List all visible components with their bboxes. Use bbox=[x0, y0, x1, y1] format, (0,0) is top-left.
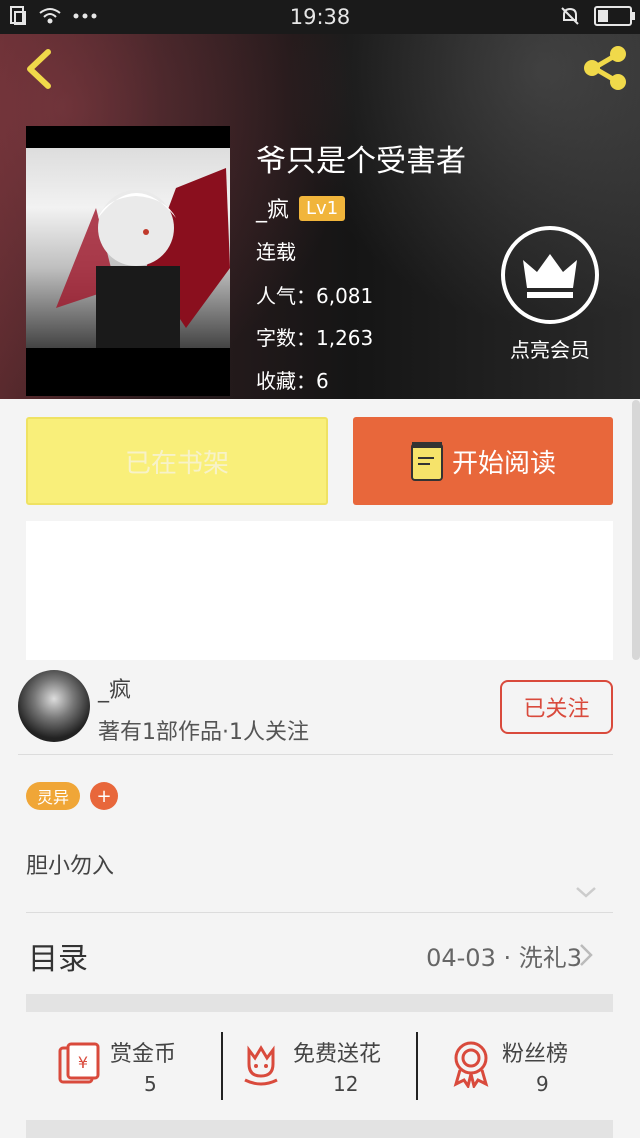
stat-value: 9 bbox=[536, 1072, 549, 1096]
chevron-down-icon bbox=[576, 887, 596, 898]
stat-label: 免费送花 bbox=[293, 1042, 382, 1067]
expand-description-button[interactable] bbox=[574, 884, 598, 900]
in-shelf-label: 已在书架 bbox=[124, 448, 229, 479]
back-button[interactable] bbox=[18, 46, 58, 92]
flower-icon bbox=[244, 1045, 278, 1086]
divider bbox=[26, 912, 613, 913]
book-cover[interactable] bbox=[26, 126, 230, 396]
medal-icon bbox=[453, 1041, 489, 1088]
svg-text:¥: ¥ bbox=[78, 1053, 88, 1072]
stat-label: 赏金币 bbox=[110, 1042, 177, 1067]
favorites-count: 收藏：6 bbox=[256, 369, 329, 393]
reward-coins-button[interactable]: ¥ 赏金币 5 bbox=[26, 1012, 222, 1120]
latest-chapter[interactable]: 04-03 · 洗礼3 bbox=[426, 938, 582, 973]
author-card-name[interactable]: _疯 bbox=[98, 672, 131, 704]
follow-label: 已关注 bbox=[523, 697, 590, 722]
book-title: 爷只是个受害者 bbox=[256, 144, 466, 179]
level-badge: Lv1 bbox=[299, 195, 346, 221]
fan-ranking-button[interactable]: 粉丝榜 9 bbox=[418, 1012, 613, 1120]
vip-button[interactable] bbox=[501, 226, 599, 324]
stat-value: 5 bbox=[144, 1072, 157, 1096]
start-reading-label: 开始阅读 bbox=[451, 448, 556, 479]
cover-illustration bbox=[26, 148, 230, 348]
share-icon bbox=[584, 46, 626, 90]
genre-tag[interactable]: 灵异 bbox=[26, 782, 80, 810]
stat-label: 粉丝榜 bbox=[502, 1042, 569, 1067]
crown-icon bbox=[523, 254, 577, 298]
chevron-right-icon bbox=[578, 942, 594, 968]
book-hero: 爷只是个受害者 _疯 Lv1 连载 人气：6,081 字数：1,263 收藏：6… bbox=[0, 34, 640, 399]
chevron-left-icon bbox=[27, 49, 51, 89]
avatar[interactable] bbox=[18, 670, 90, 742]
author-card[interactable]: _疯 著有1部作品·1人关注 已关注 bbox=[0, 660, 640, 755]
ad-placeholder bbox=[26, 521, 613, 660]
section-separator bbox=[26, 994, 613, 1012]
author-row: _疯 Lv1 bbox=[256, 192, 346, 224]
toc-label: 目录 bbox=[28, 942, 88, 977]
stats-bar: ¥ 赏金币 5 免费送花 12 粉丝榜 9 bbox=[26, 1012, 613, 1120]
share-button[interactable] bbox=[580, 42, 630, 94]
author-card-subtitle: 著有1部作品·1人关注 bbox=[98, 720, 309, 745]
serial-status: 连载 bbox=[256, 240, 296, 264]
section-separator bbox=[26, 1120, 613, 1138]
status-icons-right bbox=[560, 6, 635, 26]
start-reading-button[interactable]: 开始阅读 bbox=[353, 417, 613, 505]
add-tag-button[interactable]: + bbox=[90, 782, 118, 810]
divider bbox=[18, 754, 613, 755]
popularity: 人气：6,081 bbox=[256, 284, 374, 308]
author-name[interactable]: _疯 bbox=[256, 192, 289, 224]
word-count: 字数：1,263 bbox=[256, 326, 374, 350]
battery-icon bbox=[594, 6, 635, 26]
book-description: 胆小勿入 bbox=[26, 854, 115, 879]
follow-button[interactable]: 已关注 bbox=[500, 680, 613, 734]
book-icon bbox=[410, 442, 443, 481]
stat-value: 12 bbox=[333, 1072, 359, 1096]
send-flower-button[interactable]: 免费送花 12 bbox=[223, 1012, 417, 1120]
vip-label[interactable]: 点亮会员 bbox=[500, 334, 600, 363]
in-shelf-button[interactable]: 已在书架 bbox=[26, 417, 328, 505]
red-envelope-icon: ¥ bbox=[58, 1042, 100, 1084]
status-time: 19:38 bbox=[289, 5, 351, 29]
status-bar: 19:38 bbox=[0, 0, 640, 34]
scrollbar[interactable] bbox=[632, 400, 640, 660]
mute-bell-icon bbox=[561, 7, 579, 25]
